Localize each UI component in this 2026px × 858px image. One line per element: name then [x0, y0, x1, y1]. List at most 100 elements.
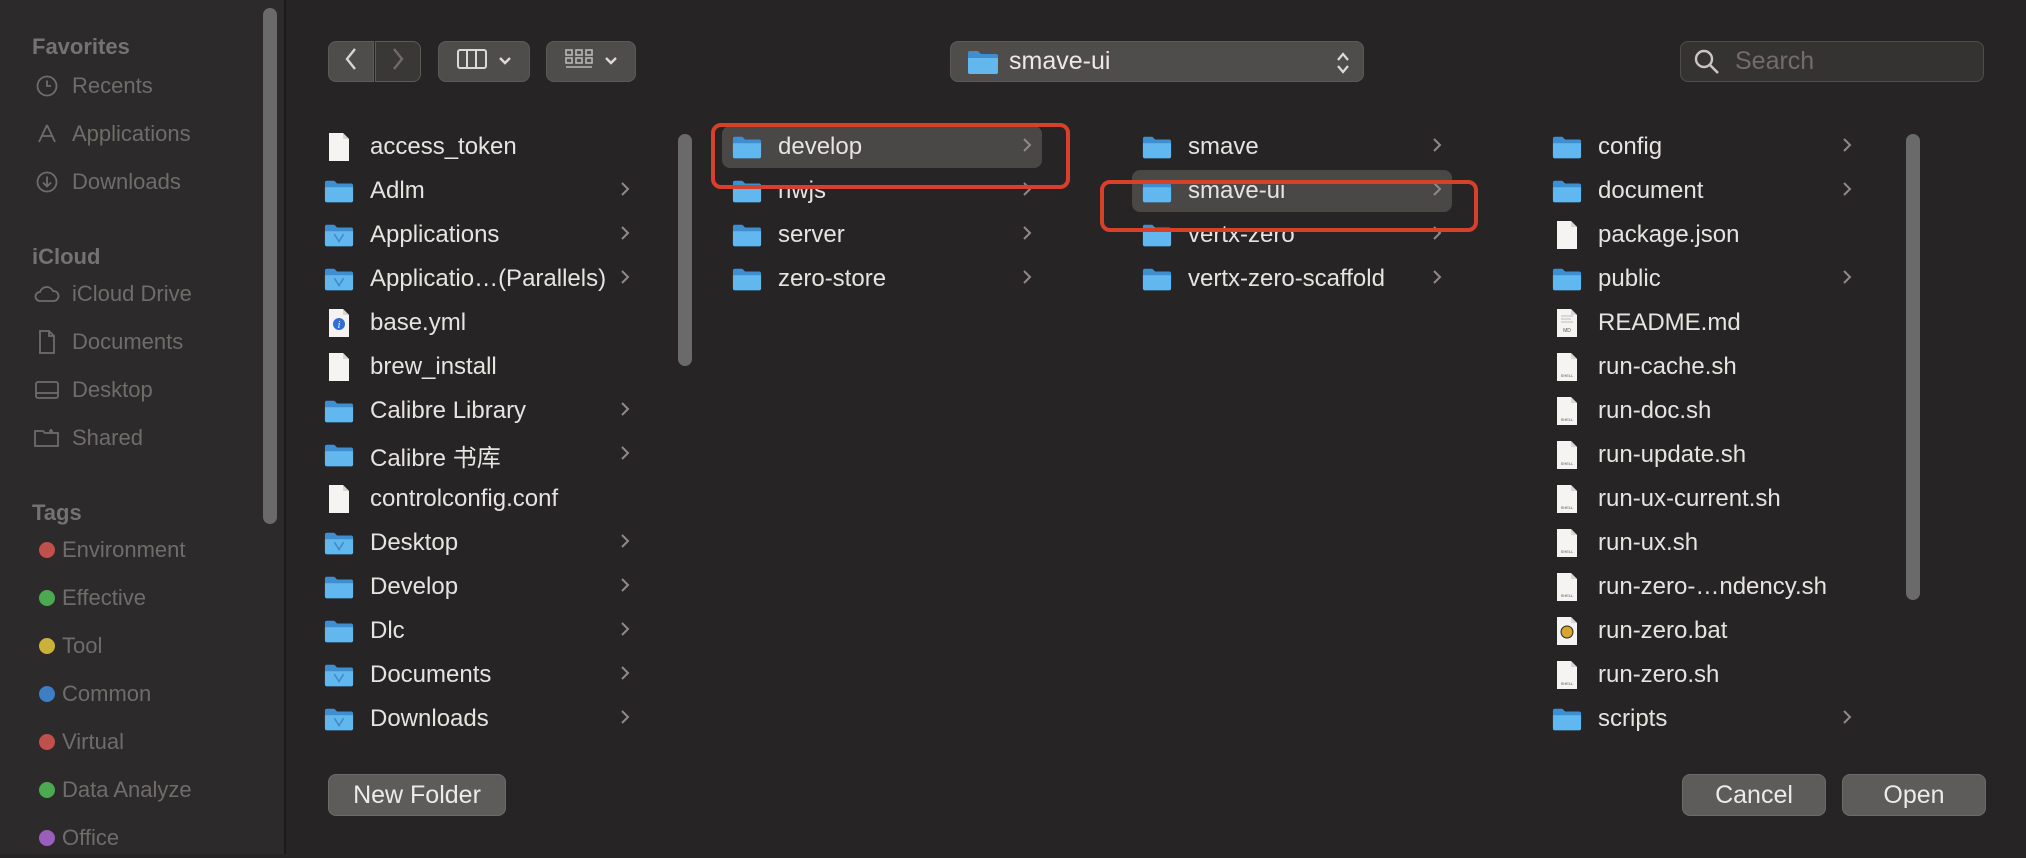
back-button[interactable] [328, 41, 374, 82]
folder-icon [1552, 704, 1582, 734]
tag-label: Virtual [62, 729, 124, 754]
tag-environment[interactable]: Environment [32, 530, 252, 570]
folder-row[interactable]: Downloads [314, 698, 640, 738]
sidebar-item-documents[interactable]: Documents [32, 322, 252, 362]
folder-icon [324, 396, 354, 426]
file-row[interactable]: SHELL run-zero.sh [1542, 654, 1862, 696]
chevron-right-icon [610, 706, 640, 732]
folder-row[interactable]: server [722, 214, 1042, 256]
tag-label: Office [62, 825, 120, 850]
folder-row[interactable]: Calibre 书库 [314, 434, 640, 476]
sidebar-item-shared[interactable]: Shared [32, 418, 252, 458]
icloud-heading: iCloud [32, 244, 101, 269]
path-popup[interactable]: smave-ui [950, 41, 1364, 82]
file-row[interactable]: i base.yml [314, 302, 640, 344]
new-folder-button[interactable]: New Folder [328, 774, 506, 816]
folder-row[interactable]: vertx-zero-scaffold [1132, 258, 1452, 300]
svg-text:SHELL: SHELL [1561, 417, 1574, 422]
sidebar-item-label: Downloads [72, 169, 181, 194]
folder-icon [1552, 176, 1582, 206]
search-field[interactable] [1680, 41, 1984, 82]
tag-virtual[interactable]: Virtual [32, 722, 252, 762]
chevron-right-icon [610, 618, 640, 644]
item-name: run-doc.sh [1598, 397, 1712, 424]
folder-row[interactable]: Documents [314, 654, 640, 696]
tag-effective[interactable]: Effective [32, 578, 252, 618]
sidebar-item-recents[interactable]: Recents [32, 66, 252, 106]
item-name: Calibre 书库 [370, 444, 501, 472]
tag-dot-icon [39, 782, 55, 798]
view-mode-button[interactable] [438, 41, 530, 82]
file-row[interactable]: SHELL run-doc.sh [1542, 390, 1862, 432]
sidebar-item-desktop[interactable]: Desktop [32, 370, 252, 410]
svg-text:SHELL: SHELL [1561, 681, 1574, 686]
download-icon [32, 167, 62, 197]
folder-row[interactable]: smave [1132, 126, 1452, 168]
shell-script-icon: SHELL [1552, 440, 1582, 470]
tag-data-analyze[interactable]: Data Analyze [32, 770, 252, 810]
folder-row[interactable]: public [1542, 258, 1862, 300]
item-name: Applications [370, 221, 500, 248]
file-row[interactable]: brew_install [314, 346, 640, 388]
file-row[interactable]: package.json [1542, 214, 1862, 256]
item-name: Desktop [370, 529, 459, 556]
sidebar-scrollbar[interactable] [263, 8, 277, 524]
folder-row[interactable]: Dlc [314, 610, 640, 652]
file-row[interactable]: SHELL run-ux-current.sh [1542, 478, 1862, 520]
sidebar-item-applications[interactable]: Applications [32, 114, 252, 154]
folder-icon [324, 264, 354, 294]
tag-dot-icon [39, 734, 55, 750]
column-smave-ui: config document package.json public MD README… [1542, 126, 1874, 738]
folder-row[interactable]: document [1542, 170, 1862, 212]
folder-icon [324, 528, 354, 558]
file-row[interactable]: SHELL run-update.sh [1542, 434, 1862, 476]
open-button[interactable]: Open [1842, 774, 1986, 816]
file-row[interactable]: access_token [314, 126, 640, 168]
tag-label: Environment [62, 537, 186, 562]
forward-button[interactable] [375, 41, 421, 82]
folder-row[interactable]: zero-store [722, 258, 1042, 300]
group-button[interactable] [546, 41, 636, 82]
folder-row[interactable]: Calibre Library [314, 390, 640, 432]
folder-row[interactable]: Applicatio…(Parallels) [314, 258, 640, 300]
file-row[interactable]: SHELL run-cache.sh [1542, 346, 1862, 388]
folder-row[interactable]: config [1542, 126, 1862, 168]
chevron-right-icon [610, 662, 640, 688]
file-row[interactable]: run-zero.bat [1542, 610, 1862, 652]
sidebar-item-label: Applications [72, 121, 191, 146]
folder-icon [732, 264, 762, 294]
search-icon [1693, 48, 1721, 76]
tag-office[interactable]: Office [32, 818, 252, 858]
item-name: Documents [370, 661, 492, 688]
item-name: run-zero.sh [1598, 661, 1720, 688]
file-row[interactable]: SHELL run-zero-…ndency.sh [1542, 566, 1862, 608]
folder-row[interactable]: Desktop [314, 522, 640, 564]
sidebar-item-downloads[interactable]: Downloads [32, 162, 252, 202]
sidebar-item-icloud-drive[interactable]: iCloud Drive [32, 274, 252, 314]
folder-icon [1552, 132, 1582, 162]
folder-row[interactable]: scripts [1542, 698, 1862, 738]
file-row[interactable]: controlconfig.conf [314, 478, 640, 520]
item-name: Calibre Library [370, 397, 527, 424]
tag-dot-icon [39, 830, 55, 846]
item-name: Develop [370, 573, 459, 600]
shell-script-icon: SHELL [1552, 660, 1582, 690]
sidebar-item-label: Recents [72, 73, 153, 98]
chevron-right-icon [1832, 134, 1862, 160]
chevron-right-icon [610, 574, 640, 600]
file-row[interactable]: SHELL run-ux.sh [1542, 522, 1862, 564]
folder-row[interactable]: Adlm [314, 170, 640, 212]
tag-tool[interactable]: Tool [32, 626, 252, 666]
column-scrollbar[interactable] [678, 134, 692, 366]
applications-icon [32, 119, 62, 149]
folder-row[interactable]: Applications [314, 214, 640, 256]
chevron-right-icon [610, 266, 640, 292]
column-scrollbar[interactable] [1906, 134, 1920, 600]
item-name: server [778, 221, 845, 248]
search-input[interactable] [1733, 46, 1967, 77]
tag-common[interactable]: Common [32, 674, 252, 714]
folder-row[interactable]: Develop [314, 566, 640, 608]
cancel-button[interactable]: Cancel [1682, 774, 1826, 816]
file-row[interactable]: MD README.md [1542, 302, 1862, 344]
item-name: Adlm [370, 177, 425, 204]
